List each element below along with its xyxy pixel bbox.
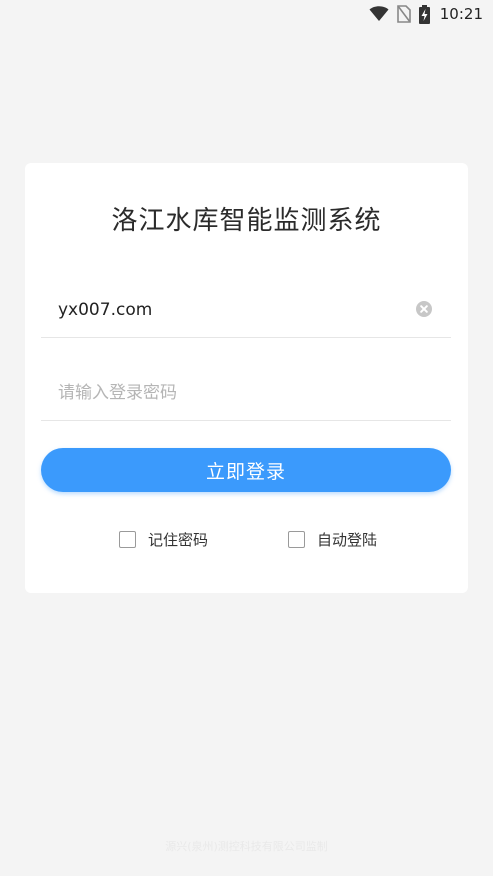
password-field <box>41 365 451 421</box>
page-title: 洛江水库智能监测系统 <box>111 206 382 236</box>
remember-password-checkbox[interactable] <box>119 530 136 548</box>
auto-login-option[interactable]: 自动登陆 <box>288 529 377 549</box>
remember-password-label: 记住密码 <box>148 530 209 549</box>
status-time: 10:21 <box>439 5 483 23</box>
account-field <box>41 282 451 338</box>
footer-text: 源兴(泉州)测控科技有限公司监制 <box>165 840 328 853</box>
login-screen: 10:21 洛江水库智能监测系统 立即登录 记住密码 自动登陆 源兴(泉州)测控… <box>0 0 493 876</box>
no-sim-icon <box>396 5 411 23</box>
battery-charging-icon <box>418 4 430 24</box>
auto-login-label: 自动登陆 <box>317 530 378 549</box>
remember-password-option[interactable]: 记住密码 <box>119 529 208 549</box>
auto-login-checkbox[interactable] <box>288 530 305 548</box>
login-button[interactable]: 立即登录 <box>41 448 451 492</box>
status-bar: 10:21 <box>0 0 493 28</box>
clear-icon[interactable] <box>416 301 432 317</box>
password-input[interactable] <box>58 375 408 411</box>
account-input[interactable] <box>58 292 408 328</box>
wifi-icon <box>369 6 389 22</box>
